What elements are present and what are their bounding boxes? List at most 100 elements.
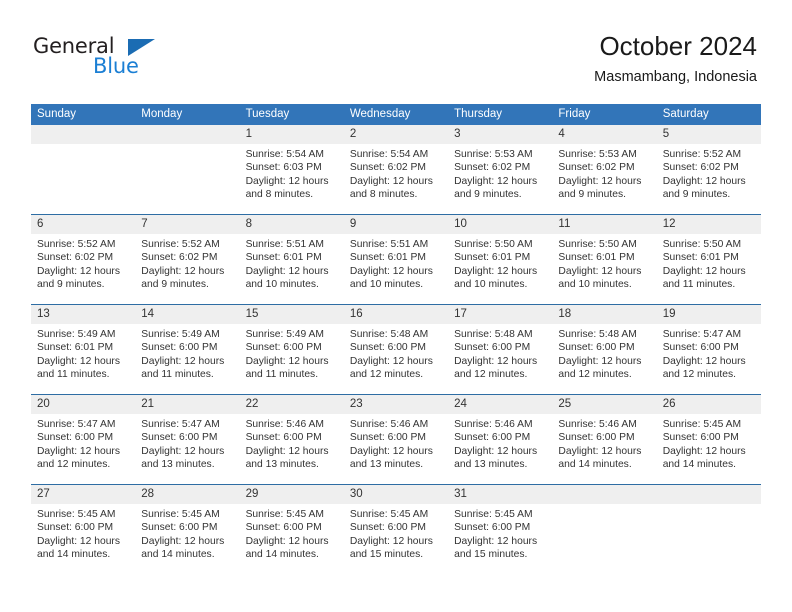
- day-details: Sunrise: 5:49 AM Sunset: 6:00 PM Daylight:…: [135, 324, 239, 381]
- daylight-text: Daylight: 12 hours and 11 minutes.: [141, 355, 225, 380]
- day-cell-9[interactable]: 9 Sunrise: 5:51 AM Sunset: 6:01 PM Daylight…: [343, 215, 449, 304]
- daylight-text: Daylight: 12 hours and 10 minutes.: [349, 265, 433, 290]
- title-block: October 2024 Masmambang, Indonesia: [594, 30, 757, 88]
- daylight-text: Daylight: 12 hours and 14 minutes.: [37, 535, 120, 560]
- day-number: 13: [31, 305, 136, 324]
- sunset-text: Sunset: 6:00 PM: [558, 342, 635, 354]
- day-cell-10[interactable]: 10 Sunrise: 5:50 AM Sunset: 6:01 PM Dayligh…: [448, 215, 553, 304]
- day-number: 8: [239, 215, 344, 234]
- sunrise-text: Sunrise: 5:46 AM: [349, 419, 429, 430]
- weekday-header-saturday: Saturday: [662, 108, 709, 120]
- day-details: Sunrise: 5:52 AM Sunset: 6:02 PM Daylight:…: [31, 234, 135, 291]
- day-cell-28[interactable]: 28 Sunrise: 5:45 AM Sunset: 6:00 PM Dayligh…: [135, 485, 240, 574]
- day-details: Sunrise: 5:49 AM Sunset: 6:01 PM Daylight:…: [31, 324, 135, 381]
- day-cell-25[interactable]: 25 Sunrise: 5:46 AM Sunset: 6:00 PM Dayligh…: [552, 395, 657, 484]
- day-cell-11[interactable]: 11 Sunrise: 5:50 AM Sunset: 6:01 PM Dayligh…: [552, 215, 657, 304]
- daylight-text: Daylight: 12 hours and 12 minutes.: [558, 355, 642, 380]
- general-blue-logo[interactable]: General Blue: [33, 36, 183, 84]
- day-number: 3: [448, 125, 553, 144]
- sunset-text: Sunset: 6:01 PM: [37, 342, 114, 354]
- day-cell-14[interactable]: 14 Sunrise: 5:49 AM Sunset: 6:00 PM Dayligh…: [135, 305, 240, 394]
- day-cell-4[interactable]: 4 Sunrise: 5:53 AM Sunset: 6:02 PM Daylight…: [552, 125, 657, 214]
- day-number: 29: [239, 485, 344, 504]
- daylight-text: Daylight: 12 hours and 8 minutes.: [349, 175, 433, 200]
- day-cell-12[interactable]: 12 Sunrise: 5:50 AM Sunset: 6:01 PM Dayligh…: [656, 215, 761, 304]
- day-cell-2[interactable]: 2 Sunrise: 5:54 AM Sunset: 6:02 PM Daylight…: [343, 125, 449, 214]
- day-cell-17[interactable]: 17 Sunrise: 5:48 AM Sunset: 6:00 PM Dayligh…: [448, 305, 553, 394]
- sunset-text: Sunset: 6:00 PM: [454, 522, 531, 534]
- sunrise-text: Sunrise: 5:49 AM: [141, 329, 220, 340]
- sunrise-text: Sunrise: 5:45 AM: [245, 509, 324, 520]
- day-number: 6: [31, 215, 136, 234]
- sunrise-text: Sunrise: 5:46 AM: [245, 419, 324, 430]
- daylight-text: Daylight: 12 hours and 9 minutes.: [141, 265, 225, 290]
- daylight-text: Daylight: 12 hours and 14 minutes.: [662, 445, 746, 470]
- sunrise-text: Sunrise: 5:47 AM: [141, 419, 220, 430]
- day-cell-empty: [31, 125, 136, 214]
- day-cell-13[interactable]: 13 Sunrise: 5:49 AM Sunset: 6:01 PM Dayligh…: [31, 305, 136, 394]
- day-details: Sunrise: 5:52 AM Sunset: 6:02 PM Daylight:…: [657, 144, 761, 201]
- day-number: 26: [656, 395, 761, 414]
- day-cell-16[interactable]: 16 Sunrise: 5:48 AM Sunset: 6:00 PM Dayligh…: [343, 305, 449, 394]
- calendar-week-row: 1 Sunrise: 5:54 AM Sunset: 6:03 PM Daylight…: [31, 125, 761, 214]
- weekday-header-wednesday: Wednesday: [349, 108, 411, 120]
- calendar-week-row: 20 Sunrise: 5:47 AM Sunset: 6:00 PM Dayligh…: [31, 394, 761, 484]
- sunset-text: Sunset: 6:01 PM: [245, 252, 322, 264]
- day-details: Sunrise: 5:50 AM Sunset: 6:01 PM Daylight:…: [448, 234, 552, 291]
- day-number: 5: [656, 125, 761, 144]
- day-cell-5[interactable]: 5 Sunrise: 5:52 AM Sunset: 6:02 PM Daylight…: [656, 125, 761, 214]
- day-details: Sunrise: 5:46 AM Sunset: 6:00 PM Daylight:…: [344, 414, 448, 471]
- weekday-header-row: Sunday Monday Tuesday Wednesday Thursday Frid…: [31, 104, 761, 125]
- sunset-text: Sunset: 6:01 PM: [454, 252, 531, 264]
- day-cell-27[interactable]: 27 Sunrise: 5:45 AM Sunset: 6:00 PM Dayligh…: [31, 485, 136, 574]
- day-cell-15[interactable]: 15 Sunrise: 5:49 AM Sunset: 6:00 PM Dayligh…: [239, 305, 344, 394]
- day-cell-1[interactable]: 1 Sunrise: 5:54 AM Sunset: 6:03 PM Daylight…: [239, 125, 344, 214]
- day-details: Sunrise: 5:52 AM Sunset: 6:02 PM Daylight:…: [135, 234, 239, 291]
- sunrise-text: Sunrise: 5:45 AM: [454, 509, 533, 520]
- day-cell-22[interactable]: 22 Sunrise: 5:46 AM Sunset: 6:00 PM Dayligh…: [239, 395, 344, 484]
- day-number: 12: [656, 215, 761, 234]
- day-cell-29[interactable]: 29 Sunrise: 5:45 AM Sunset: 6:00 PM Dayligh…: [239, 485, 344, 574]
- day-number: 23: [343, 395, 449, 414]
- daylight-text: Daylight: 12 hours and 11 minutes.: [37, 355, 120, 380]
- sunrise-text: Sunrise: 5:45 AM: [349, 509, 429, 520]
- day-cell-18[interactable]: 18 Sunrise: 5:48 AM Sunset: 6:00 PM Dayligh…: [552, 305, 657, 394]
- day-cell-19[interactable]: 19 Sunrise: 5:47 AM Sunset: 6:00 PM Dayligh…: [656, 305, 761, 394]
- daylight-text: Daylight: 12 hours and 9 minutes.: [454, 175, 538, 200]
- daylight-text: Daylight: 12 hours and 10 minutes.: [454, 265, 538, 290]
- day-cell-23[interactable]: 23 Sunrise: 5:46 AM Sunset: 6:00 PM Dayligh…: [343, 395, 449, 484]
- day-cell-31[interactable]: 31 Sunrise: 5:45 AM Sunset: 6:00 PM Dayligh…: [448, 485, 553, 574]
- calendar-week-row: 6 Sunrise: 5:52 AM Sunset: 6:02 PM Daylight…: [31, 214, 761, 304]
- day-details: Sunrise: 5:50 AM Sunset: 6:01 PM Daylight:…: [657, 234, 761, 291]
- day-number: 25: [552, 395, 657, 414]
- day-details: Sunrise: 5:47 AM Sunset: 6:00 PM Daylight:…: [135, 414, 239, 471]
- daylight-text: Daylight: 12 hours and 9 minutes.: [662, 175, 746, 200]
- day-cell-3[interactable]: 3 Sunrise: 5:53 AM Sunset: 6:02 PM Daylight…: [448, 125, 553, 214]
- day-number: 2: [343, 125, 449, 144]
- day-details: Sunrise: 5:47 AM Sunset: 6:00 PM Daylight:…: [657, 324, 761, 381]
- sunrise-text: Sunrise: 5:52 AM: [662, 149, 742, 160]
- page-subtitle: Masmambang, Indonesia: [594, 69, 757, 85]
- day-cell-8[interactable]: 8 Sunrise: 5:51 AM Sunset: 6:01 PM Daylight…: [239, 215, 344, 304]
- sunrise-text: Sunrise: 5:53 AM: [454, 149, 533, 160]
- day-number: [31, 125, 136, 144]
- sunrise-text: Sunrise: 5:53 AM: [558, 149, 637, 160]
- sunset-text: Sunset: 6:02 PM: [37, 252, 114, 264]
- day-details: Sunrise: 5:50 AM Sunset: 6:01 PM Daylight:…: [552, 234, 656, 291]
- day-details: Sunrise: 5:51 AM Sunset: 6:01 PM Daylight:…: [240, 234, 344, 291]
- day-cell-21[interactable]: 21 Sunrise: 5:47 AM Sunset: 6:00 PM Dayligh…: [135, 395, 240, 484]
- sunset-text: Sunset: 6:00 PM: [141, 342, 218, 354]
- day-details: Sunrise: 5:53 AM Sunset: 6:02 PM Daylight:…: [448, 144, 552, 201]
- sunset-text: Sunset: 6:00 PM: [245, 432, 322, 444]
- day-cell-24[interactable]: 24 Sunrise: 5:46 AM Sunset: 6:00 PM Dayligh…: [448, 395, 553, 484]
- day-cell-7[interactable]: 7 Sunrise: 5:52 AM Sunset: 6:02 PM Daylight…: [135, 215, 240, 304]
- day-cell-30[interactable]: 30 Sunrise: 5:45 AM Sunset: 6:00 PM Dayligh…: [343, 485, 449, 574]
- day-number: 14: [135, 305, 240, 324]
- page-title: October 2024: [599, 31, 757, 61]
- daylight-text: Daylight: 12 hours and 12 minutes.: [662, 355, 746, 380]
- day-number: 10: [448, 215, 553, 234]
- sunset-text: Sunset: 6:00 PM: [245, 342, 322, 354]
- day-cell-20[interactable]: 20 Sunrise: 5:47 AM Sunset: 6:00 PM Dayligh…: [31, 395, 136, 484]
- day-cell-26[interactable]: 26 Sunrise: 5:45 AM Sunset: 6:00 PM Dayligh…: [656, 395, 761, 484]
- day-cell-6[interactable]: 6 Sunrise: 5:52 AM Sunset: 6:02 PM Daylight…: [31, 215, 136, 304]
